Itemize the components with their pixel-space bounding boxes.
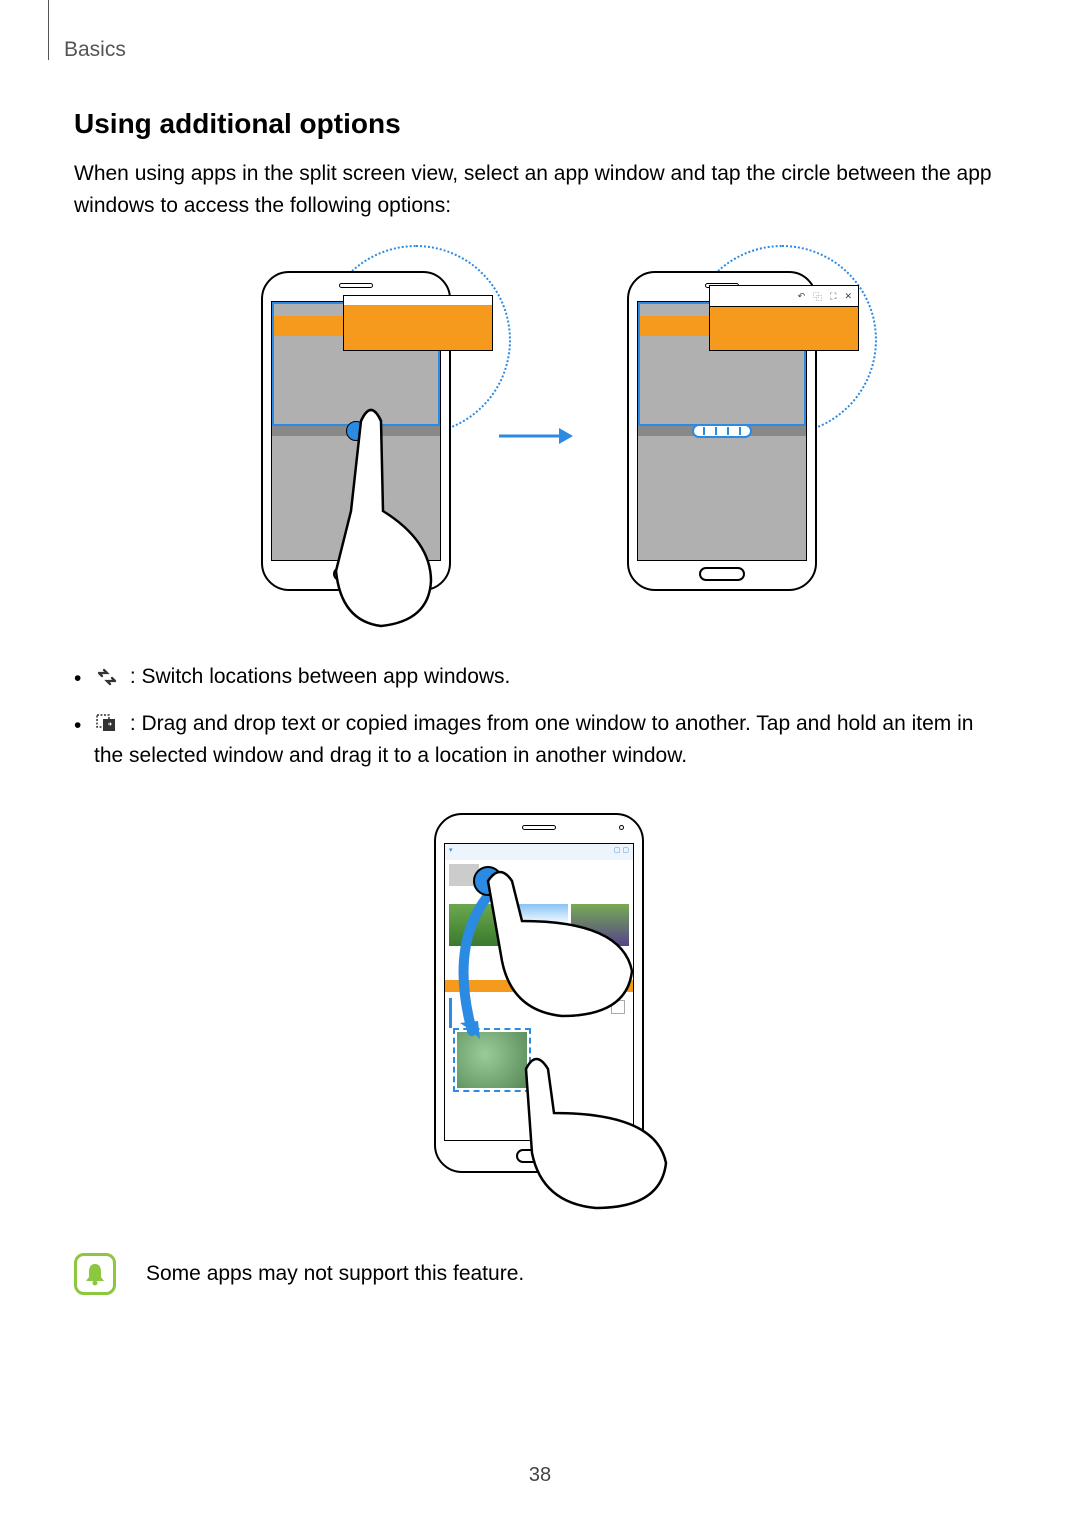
- note-bell-icon: [74, 1253, 116, 1295]
- bullet-switch: • : Switch locations between app windows…: [74, 661, 1004, 696]
- drag-drop-icon: [94, 713, 120, 733]
- note-block: Some apps may not support this feature.: [74, 1253, 1004, 1295]
- breadcrumb: Basics: [64, 38, 126, 62]
- figure-split-options: ↶ ⿻ ⛶ ✕: [74, 251, 1004, 621]
- switch-windows-icon: [94, 667, 120, 687]
- hand-drop-icon: [506, 1043, 676, 1213]
- section-heading: Using additional options: [74, 108, 1004, 140]
- bullet-switch-text: : Switch locations between app windows.: [124, 665, 510, 688]
- switch-mini-icon: ↶: [798, 291, 806, 302]
- intro-paragraph: When using apps in the split screen view…: [74, 158, 1004, 221]
- bullet-drag-text: : Drag and drop text or copied images fr…: [94, 712, 973, 768]
- phone-before: [251, 251, 461, 621]
- hand-hold-icon: [472, 861, 642, 1021]
- drag-mini-icon: ⿻: [813, 290, 822, 303]
- note-text: Some apps may not support this feature.: [146, 1262, 524, 1286]
- close-mini-icon: ✕: [844, 291, 852, 302]
- split-handle-toolbar: [692, 424, 752, 438]
- page-number: 38: [529, 1464, 551, 1487]
- bullet-drag: • : Drag and drop text or copied images …: [74, 708, 1004, 773]
- arrow-right-icon: [499, 426, 579, 446]
- expand-mini-icon: ⛶: [830, 291, 836, 302]
- figure-drag-drop: ▾▢ ▢: [74, 803, 1004, 1203]
- phone-after: ↶ ⿻ ⛶ ✕: [617, 251, 827, 621]
- hand-tap-icon: [321, 391, 471, 631]
